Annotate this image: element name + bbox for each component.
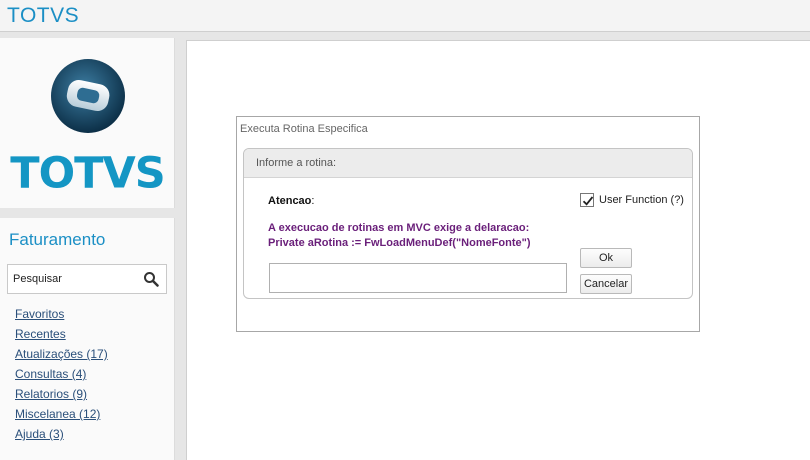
user-function-checkbox[interactable] (580, 193, 594, 207)
dialog-title: Executa Rotina Especifica (240, 123, 368, 135)
menu-item-label[interactable]: Consultas (4) (15, 367, 86, 381)
menu-item-label[interactable]: Favoritos (15, 307, 64, 321)
mvc-warning-message: A execucao de rotinas em MVC exige a del… (268, 221, 531, 251)
totvs-wordmark: TOTVS (10, 148, 165, 199)
message-line-2: Private aRotina := FwLoadMenuDef("NomeFo… (268, 237, 531, 249)
menu-list: Favoritos Recentes Atualizações (17) Con… (15, 307, 108, 447)
menu-item-relatorios[interactable]: Relatorios (9) (15, 387, 108, 407)
checkmark-icon (582, 196, 594, 206)
executa-rotina-dialog: Executa Rotina Especifica Informe a roti… (236, 116, 700, 332)
message-line-1: A execucao de rotinas em MVC exige a del… (268, 222, 530, 234)
menu-item-ajuda[interactable]: Ajuda (3) (15, 427, 108, 447)
module-title: Faturamento (9, 230, 106, 249)
rotina-input[interactable] (269, 263, 567, 293)
logo-panel: TOTVS (0, 38, 175, 208)
menu-item-favoritos[interactable]: Favoritos (15, 307, 108, 327)
attention-label: Atencao: (268, 195, 315, 207)
cancel-button[interactable]: Cancelar (580, 274, 632, 294)
menu-item-atualizacoes[interactable]: Atualizações (17) (15, 347, 108, 367)
top-bar: TOTVS (0, 0, 810, 32)
menu-item-recentes[interactable]: Recentes (15, 327, 108, 347)
sidebar-menu: Faturamento Favoritos Recentes Atualizaç… (0, 218, 175, 460)
menu-item-label[interactable]: Recentes (15, 327, 66, 341)
search-icon[interactable] (143, 271, 159, 287)
menu-item-consultas[interactable]: Consultas (4) (15, 367, 108, 387)
search-input[interactable] (8, 265, 138, 293)
menu-item-label[interactable]: Ajuda (3) (15, 427, 64, 441)
group-label: Informe a rotina: (256, 157, 337, 169)
menu-item-label[interactable]: Miscelanea (12) (15, 407, 100, 421)
menu-item-label[interactable]: Atualizações (17) (15, 347, 108, 361)
ok-button[interactable]: Ok (580, 248, 632, 268)
rotina-group: Informe a rotina: Atencao: A execucao de… (243, 148, 693, 299)
totvs-logo-icon (51, 59, 125, 133)
menu-item-label[interactable]: Relatorios (9) (15, 387, 87, 401)
user-function-label[interactable]: User Function (?) (599, 194, 684, 206)
search-box (7, 264, 167, 294)
menu-item-miscelanea[interactable]: Miscelanea (12) (15, 407, 108, 427)
app-brand: TOTVS (7, 4, 80, 27)
group-header: Informe a rotina: (244, 149, 692, 178)
